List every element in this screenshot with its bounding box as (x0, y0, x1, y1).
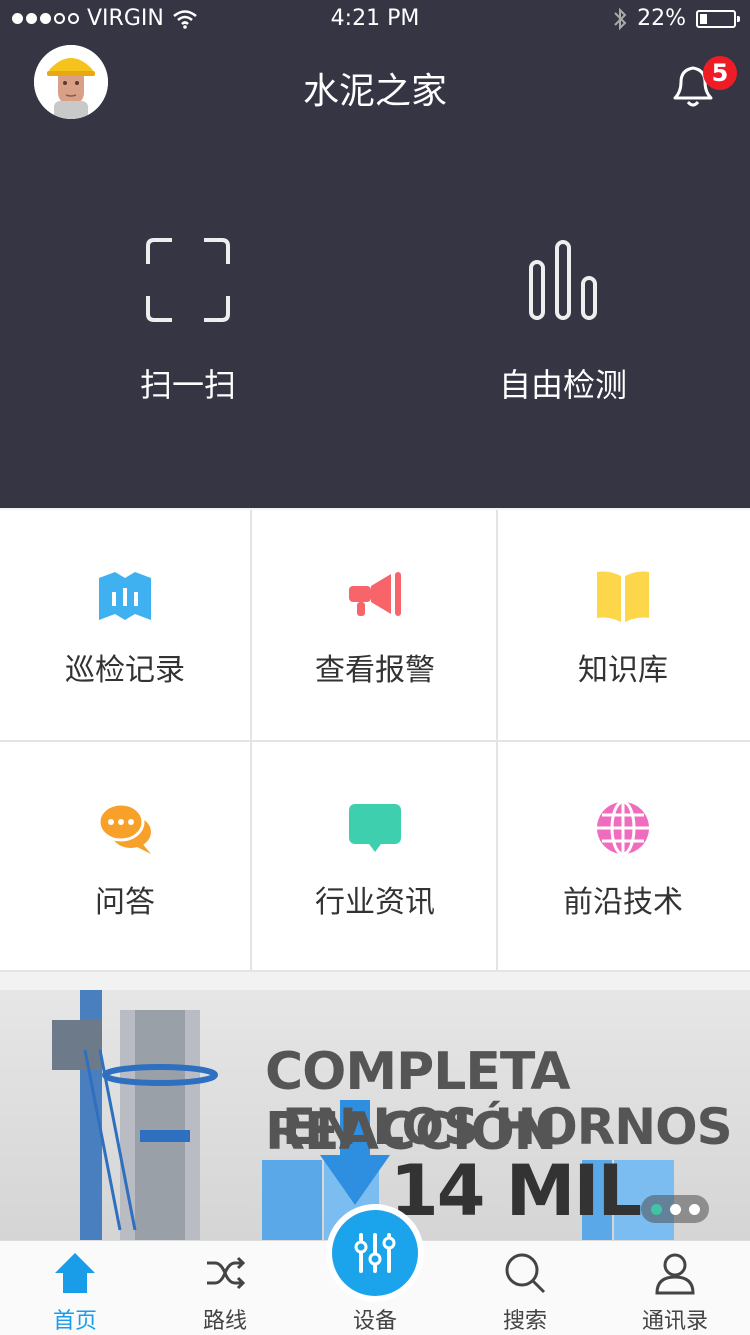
search-icon (505, 1253, 546, 1294)
shuffle-icon (207, 1256, 246, 1290)
grid-label: 知识库 (578, 653, 668, 688)
grid-label: 查看报警 (315, 653, 435, 688)
scan-icon (146, 238, 230, 322)
tab-label: 路线 (202, 1309, 247, 1334)
grid-item-knowledge-base[interactable]: 知识库 (498, 510, 748, 740)
grid-label: 巡检记录 (65, 653, 185, 688)
banner-line-2: EN LOS HORNOS (282, 1098, 733, 1156)
globe-icon (597, 800, 649, 856)
grid-item-frontier-tech[interactable]: 前沿技术 (498, 742, 748, 972)
chat-bubbles-icon (97, 802, 151, 854)
equalizer-icon (354, 1233, 396, 1273)
grid-item-view-alarms[interactable]: 查看报警 (250, 510, 500, 740)
tab-label: 设备 (352, 1309, 397, 1334)
banner-pager[interactable] (641, 1195, 709, 1223)
page-title: 水泥之家 (302, 71, 447, 112)
tab-search[interactable]: 搜索 (450, 1241, 600, 1335)
pager-dot (688, 1203, 700, 1215)
scan-label: 扫一扫 (139, 366, 236, 404)
tab-route[interactable]: 路线 (150, 1241, 300, 1335)
notification-badge: 5 (703, 56, 737, 90)
grid-label: 行业资讯 (315, 885, 435, 920)
grid-label: 问答 (95, 885, 155, 920)
pager-dot (650, 1203, 662, 1215)
contacts-icon (655, 1253, 695, 1295)
tab-label: 通讯录 (641, 1309, 708, 1334)
bluetooth-icon (614, 7, 627, 30)
book-icon (597, 571, 649, 622)
tab-contacts[interactable]: 通讯录 (600, 1241, 750, 1335)
message-icon (349, 804, 401, 852)
equipment-center-button[interactable] (326, 1204, 424, 1302)
promo-banner[interactable]: COMPLETA REACCIÓN EN LOS HORNOS 14 MIL (0, 990, 750, 1240)
grid-item-inspection-records[interactable]: 巡检记录 (0, 510, 250, 740)
battery-percent: 22% (637, 6, 686, 31)
home-icon (55, 1253, 95, 1293)
tab-label: 首页 (52, 1309, 97, 1334)
megaphone-icon (349, 572, 401, 616)
map-icon (99, 572, 151, 620)
tab-label: 搜索 (502, 1309, 547, 1334)
grid-item-qa[interactable]: 问答 (0, 742, 250, 972)
cement-plant-illustration (52, 990, 218, 1240)
free-detect-label: 自由检测 (498, 366, 627, 404)
pager-dot (669, 1203, 681, 1215)
grid-label: 前沿技术 (563, 885, 683, 920)
status-bar: VIRGIN 4:21 PM 22% (0, 0, 750, 40)
bar-chart-icon (529, 240, 597, 320)
grid-item-industry-news[interactable]: 行业资讯 (250, 742, 500, 972)
feature-grid: 巡检记录 查看报警 知识库 问答 行业资讯 前沿技术 (0, 510, 750, 972)
tab-home[interactable]: 首页 (0, 1241, 150, 1335)
banner-line-3: 14 MIL (390, 1150, 642, 1232)
battery-icon (696, 9, 740, 28)
